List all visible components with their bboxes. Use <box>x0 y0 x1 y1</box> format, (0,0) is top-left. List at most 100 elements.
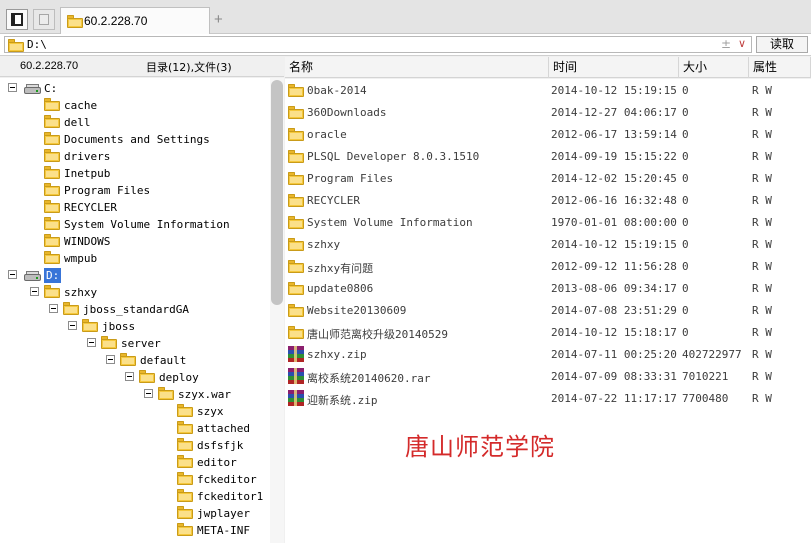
tree-node[interactable]: D: <box>0 267 270 284</box>
tree-node[interactable]: deploy <box>0 369 270 386</box>
tab-host[interactable]: 60.2.228.70 <box>60 7 210 34</box>
column-header-attr[interactable]: 属性 <box>749 57 811 78</box>
tree-node[interactable]: fckeditor1 <box>0 488 270 505</box>
file-row[interactable]: szhxy有问题 2012-09-12 11:56:28 0 R W <box>285 256 811 278</box>
collapse-toggle-icon[interactable] <box>87 338 96 347</box>
tree-node[interactable]: szyx.war <box>0 386 270 403</box>
tree-node[interactable]: Program Files <box>0 182 270 199</box>
file-size: 0 <box>682 238 689 251</box>
tree-node-label: Program Files <box>64 184 151 197</box>
folder-icon <box>44 251 60 264</box>
file-attr: R W <box>752 84 772 97</box>
file-time: 2014-09-19 15:15:22 <box>551 150 677 163</box>
folder-icon <box>177 455 193 468</box>
node-icon <box>24 270 41 282</box>
file-row[interactable]: RECYCLER 2012-06-16 16:32:48 0 R W <box>285 190 811 212</box>
watermark-text: 唐山师范学院 <box>405 433 555 461</box>
file-type-icon <box>288 282 304 295</box>
folder-icon <box>177 472 193 485</box>
tree-node[interactable]: drivers <box>0 148 270 165</box>
tree-node[interactable]: C: <box>0 80 270 97</box>
column-header-time[interactable]: 时间 <box>549 57 679 78</box>
bookmark-icon[interactable]: ± <box>721 37 731 51</box>
file-time: 1970-01-01 08:00:00 <box>551 216 677 229</box>
file-row[interactable]: szhxy 2014-10-12 15:19:15 0 R W <box>285 234 811 256</box>
file-type-icon <box>288 390 304 406</box>
chevron-down-icon[interactable]: ∨ <box>738 37 746 50</box>
collapse-toggle-icon[interactable] <box>8 83 17 92</box>
column-header-size[interactable]: 大小 <box>679 57 749 78</box>
file-row[interactable]: System Volume Information 1970-01-01 08:0… <box>285 212 811 234</box>
file-size: 0 <box>682 128 689 141</box>
node-icon <box>158 387 174 400</box>
tree-node[interactable]: System Volume Information <box>0 216 270 233</box>
collapse-toggle-icon[interactable] <box>30 287 39 296</box>
node-icon <box>177 489 193 502</box>
file-name: update0806 <box>307 282 374 295</box>
file-row[interactable]: Program Files 2014-12-02 15:20:45 0 R W <box>285 168 811 190</box>
file-row[interactable]: PLSQL Developer 8.0.3.1510 2014-09-19 15:… <box>285 146 811 168</box>
file-row[interactable]: 360Downloads 2014-12-27 04:06:17 0 R W <box>285 102 811 124</box>
tree-node[interactable]: wmpub <box>0 250 270 267</box>
folder-icon <box>177 506 193 519</box>
file-row[interactable]: 唐山师范离校升级20140529 2014-10-12 15:18:17 0 R W <box>285 322 811 344</box>
tree-node[interactable]: META-INF <box>0 522 270 539</box>
tree-node[interactable]: attached <box>0 420 270 437</box>
column-header-name[interactable]: 名称 <box>285 57 549 78</box>
folder-icon <box>288 106 304 119</box>
file-row[interactable]: szhxy.zip 2014-07-11 00:25:20 402722977 R W <box>285 344 811 366</box>
folder-icon <box>177 523 193 536</box>
folder-icon <box>288 282 304 295</box>
file-row[interactable]: Website20130609 2014-07-08 23:51:29 0 R W <box>285 300 811 322</box>
collapse-toggle-icon[interactable] <box>125 372 134 381</box>
tree-node[interactable]: editor <box>0 454 270 471</box>
collapse-toggle-icon[interactable] <box>49 304 58 313</box>
new-tab-button[interactable]: + <box>214 11 223 28</box>
tree-node[interactable]: jwplayer <box>0 505 270 522</box>
tree-node[interactable]: Documents and Settings <box>0 131 270 148</box>
tree-node-label: System Volume Information <box>64 218 230 231</box>
tree-node[interactable]: dsfsfjk <box>0 437 270 454</box>
node-icon <box>63 302 79 315</box>
tree-header: 60.2.228.70 目录(12),文件(3) <box>0 57 284 77</box>
tree-node[interactable]: dell <box>0 114 270 131</box>
tree-node[interactable]: szhxy <box>0 284 270 301</box>
tree-node[interactable]: default <box>0 352 270 369</box>
tab-list-button[interactable] <box>33 9 55 30</box>
collapse-toggle-icon[interactable] <box>68 321 77 330</box>
tree-node[interactable]: Inetpub <box>0 165 270 182</box>
collapse-toggle-icon[interactable] <box>8 270 17 279</box>
tree-node-label: attached <box>197 422 250 435</box>
tree-node[interactable]: jboss_standardGA <box>0 301 270 318</box>
file-attr: R W <box>752 304 772 317</box>
file-size: 0 <box>682 326 689 339</box>
file-type-icon <box>288 368 304 384</box>
file-row[interactable]: 离校系统20140620.rar 2014-07-09 08:33:31 70102… <box>285 366 811 388</box>
node-icon <box>44 98 60 111</box>
path-input[interactable]: D:\ ± ∨ <box>4 36 752 53</box>
tree-scrollbar-thumb[interactable] <box>271 80 283 305</box>
file-time: 2014-07-08 23:51:29 <box>551 304 677 317</box>
tree-node[interactable]: cache <box>0 97 270 114</box>
folder-icon <box>67 15 83 28</box>
tree-node[interactable]: jboss <box>0 318 270 335</box>
collapse-toggle-icon[interactable] <box>144 389 153 398</box>
file-time: 2012-06-16 16:32:48 <box>551 194 677 207</box>
read-button[interactable]: 读取 <box>756 36 808 53</box>
tree-node[interactable]: RECYCLER <box>0 199 270 216</box>
file-row[interactable]: update0806 2013-08-06 09:34:17 0 R W <box>285 278 811 300</box>
folder-icon <box>44 285 60 298</box>
collapse-toggle-icon[interactable] <box>106 355 115 364</box>
file-row[interactable]: 迎新系统.zip 2014-07-22 11:17:17 7700480 R W <box>285 388 811 410</box>
toggle-panel-button[interactable] <box>6 9 28 30</box>
tree-node[interactable]: fckeditor <box>0 471 270 488</box>
file-row[interactable]: 0bak-2014 2014-10-12 15:19:15 0 R W <box>285 80 811 102</box>
tree-node[interactable]: server <box>0 335 270 352</box>
folder-icon <box>177 421 193 434</box>
tree-node[interactable]: WINDOWS <box>0 233 270 250</box>
node-icon <box>177 472 193 485</box>
file-type-icon <box>288 194 304 207</box>
tree-node[interactable]: szyx <box>0 403 270 420</box>
file-row[interactable]: oracle 2012-06-17 13:59:14 0 R W <box>285 124 811 146</box>
folder-icon <box>177 438 193 451</box>
